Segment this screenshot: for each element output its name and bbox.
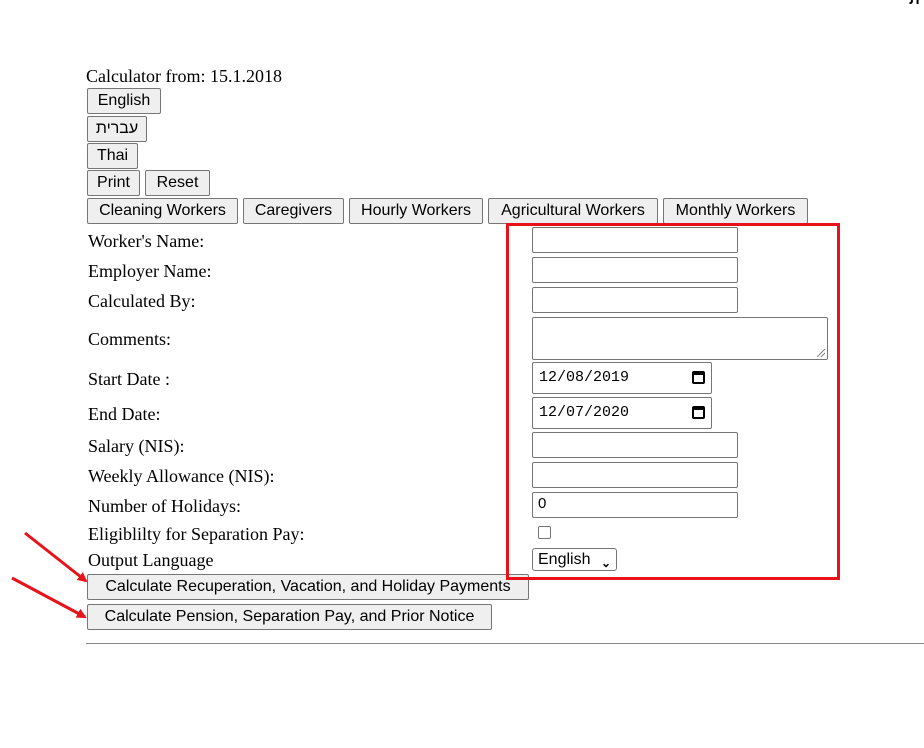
calculate-recuperation-button[interactable]: Calculate Recuperation, Vacation, and Ho… <box>87 574 529 600</box>
start-date-label: Start Date : <box>88 369 170 389</box>
tab-hourly-workers[interactable]: Hourly Workers <box>349 198 483 224</box>
employer-name-label: Employer Name: <box>88 261 212 281</box>
holidays-label: Number of Holidays: <box>88 496 241 516</box>
end-date-label: End Date: <box>88 404 161 424</box>
weekly-allowance-label: Weekly Allowance (NIS): <box>88 466 275 486</box>
calculate-pension-button[interactable]: Calculate Pension, Separation Pay, and P… <box>87 604 492 630</box>
hebrew-language-button[interactable]: עברית <box>87 116 147 142</box>
red-arrow-icon <box>11 576 87 619</box>
highlight-box <box>506 223 840 580</box>
salary-label: Salary (NIS): <box>88 436 185 456</box>
header-hebrew-text: ית <box>909 0 924 8</box>
separation-pay-label: Eligiblilty for Separation Pay: <box>88 524 305 544</box>
output-language-label: Output Language <box>88 550 214 570</box>
workers-name-label: Worker's Name: <box>88 231 205 251</box>
tab-agricultural-workers[interactable]: Agricultural Workers <box>488 198 658 224</box>
reset-button[interactable]: Reset <box>145 170 210 196</box>
tab-caregivers[interactable]: Caregivers <box>243 198 344 224</box>
calculated-by-label: Calculated By: <box>88 291 196 311</box>
divider <box>86 643 924 644</box>
tab-cleaning-workers[interactable]: Cleaning Workers <box>87 198 238 224</box>
comments-label: Comments: <box>88 329 172 349</box>
english-language-button[interactable]: English <box>87 88 161 114</box>
red-arrow-icon <box>24 531 88 583</box>
calculator-version-text: Calculator from: 15.1.2018 <box>86 66 282 86</box>
thai-language-button[interactable]: Thai <box>87 143 138 169</box>
tab-monthly-workers[interactable]: Monthly Workers <box>663 198 808 224</box>
print-button[interactable]: Print <box>87 170 140 196</box>
